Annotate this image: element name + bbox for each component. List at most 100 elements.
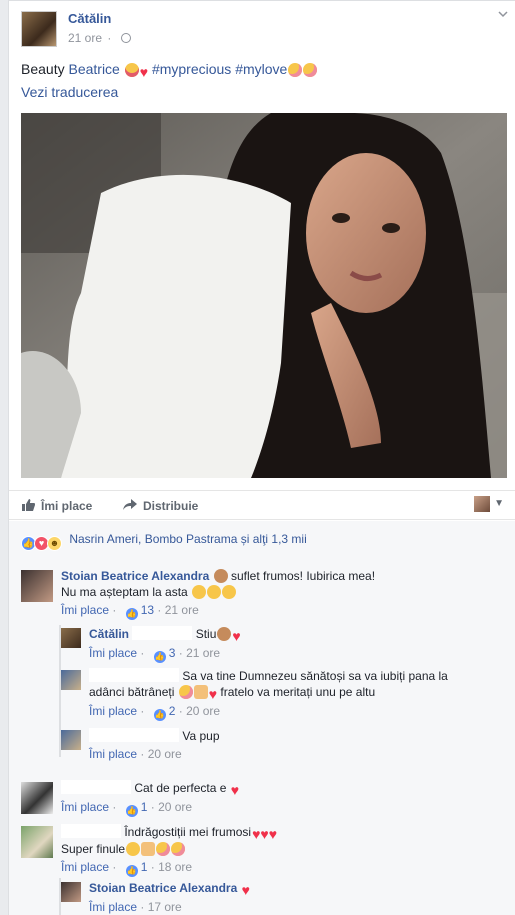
redacted-name [89,668,179,682]
comment-text: fratelo va meritați unu pe altu [220,685,376,699]
kiss-emoji-icon [178,685,193,699]
comment-like-link[interactable]: Îmi place [89,900,137,914]
tagged-person-link[interactable]: Beatrice [68,61,119,77]
girl-emoji-icon [217,627,232,641]
chevron-down-icon[interactable] [497,8,509,20]
like-button[interactable]: Îmi place [21,499,92,513]
reply: Stoian Beatrice Alexandra ♥ Îmi place · … [61,880,501,914]
post-meta: 21 ore · [68,31,131,45]
reactions-summary[interactable]: 👍 ♥ ☻ Nasrin Ameri, Bombo Pastrama și alţi… [21,532,307,551]
reply: Cătălin Stiu ♥ Îmi place · 👍 3 · 21 ore [61,626,501,663]
see-translation-link[interactable]: Vezi traducerea [21,84,118,100]
comment-time[interactable]: 20 ore [148,747,182,761]
pointing-hand-emoji-icon [193,685,208,699]
like-label: Îmi place [41,499,93,513]
comment-like-link[interactable]: Îmi place [61,603,109,617]
redacted-name [61,824,121,838]
post-header: Cătălin 21 ore · [21,8,509,48]
identity-selector-avatar[interactable] [474,496,490,512]
comment-time[interactable]: 17 ore [148,900,182,914]
heart-emoji-icon: ♥ [139,64,149,80]
like-count[interactable]: 13 [141,603,154,617]
commenter-avatar[interactable] [21,826,53,858]
post-time[interactable]: 21 ore [68,31,102,45]
comment-time[interactable]: 21 ore [165,603,199,617]
like-count-icon: 👍 [125,805,138,817]
comment-like-link[interactable]: Îmi place [89,704,137,718]
post-actions-bar: Îmi place Distribuie ▼ [9,490,515,520]
comment: Stoian Beatrice Alexandra suflet frumos!… [21,568,501,620]
post-card: Cătălin 21 ore · Beauty Beatrice ♥ #mypr… [8,0,515,915]
divider [9,0,515,1]
author-name[interactable]: Cătălin [68,11,111,26]
share-label: Distribuie [143,499,199,513]
portrait-photo [21,113,507,478]
comment-like-link[interactable]: Îmi place [61,860,109,874]
comment-like-link[interactable]: Îmi place [89,747,137,761]
kiss-emoji-icon [288,63,303,77]
comment-time[interactable]: 21 ore [186,646,220,660]
heart-emoji-icon: ♥ [241,882,250,898]
haha-reaction-icon: ☻ [47,536,62,551]
comment-time[interactable]: 20 ore [158,800,192,814]
kiss-emoji-icon [303,63,318,77]
comment-text: Stiu [195,627,217,641]
redacted-area [132,626,193,640]
heart-emoji-icon: ♥ [232,628,241,644]
author-avatar[interactable] [21,11,57,47]
girl-emoji-icon [213,569,228,583]
comment-text: Îndrăgostiții mei frumosi [124,825,252,839]
thumbs-up-icon [21,499,35,511]
heart-emoji-icon: ♥ [230,782,240,798]
like-count-icon: 👍 [125,865,138,877]
comment-text: Nu ma așteptam la asta [61,585,188,599]
comment-like-link[interactable]: Îmi place [61,800,109,814]
comment-text: Cat de perfecta e [134,781,227,795]
commenter-name[interactable]: Stoian Beatrice Alexandra [89,881,237,895]
like-count[interactable]: 1 [141,860,148,874]
redacted-name [89,728,179,742]
smile-emoji-icon [192,585,207,599]
reactions-text: Nasrin Ameri, Bombo Pastrama și alţi 1,3… [69,532,307,546]
post-text: Beauty Beatrice ♥ #myprecious #mylove [21,60,318,80]
pointing-hand-emoji-icon [141,842,156,856]
commenter-avatar[interactable] [21,570,53,602]
globe-icon[interactable] [120,33,131,43]
comment-like-link[interactable]: Îmi place [89,646,137,660]
hashtags[interactable]: #myprecious #mylove [152,61,287,77]
smile-emoji-icon [222,585,237,599]
commenter-avatar[interactable] [61,628,81,648]
commenter-name[interactable]: Cătălin [89,627,129,641]
commenter-name[interactable]: Stoian Beatrice Alexandra [61,569,209,583]
commenter-avatar[interactable] [61,670,81,690]
post-text-prefix: Beauty [21,61,69,77]
kiss-emoji-icon [171,842,186,856]
like-count[interactable]: 2 [169,704,176,718]
comment: Îndrăgostiții mei frumosi♥♥♥ Super finul… [21,824,501,878]
heart-eyes-emoji-icon [124,63,139,77]
smile-emoji-icon [207,585,222,599]
heart-emoji-icon: ♥♥♥ [252,826,277,842]
comment-time[interactable]: 20 ore [186,704,220,718]
like-count[interactable]: 1 [141,800,148,814]
like-count-icon: 👍 [125,608,138,620]
commenter-avatar[interactable] [61,882,81,902]
heart-emoji-icon: ♥ [208,686,218,702]
commenter-avatar[interactable] [21,782,53,814]
comment-text: Super finule [61,842,126,856]
comment-text: suflet frumos! Iubirica mea! [230,569,376,583]
like-count-icon: 👍 [153,651,166,663]
wink-emoji-icon [126,842,141,856]
kiss-emoji-icon [156,842,171,856]
share-arrow-icon [123,499,137,511]
reply: Va pup Îmi place · 20 ore [61,728,501,764]
redacted-name [61,780,131,794]
reply: Sa va tine Dumnezeu sănătoși sa va iubiț… [61,668,501,721]
like-count-icon: 👍 [153,709,166,721]
comment-time[interactable]: 18 ore [158,860,192,874]
share-button[interactable]: Distribuie [123,499,198,513]
post-photo[interactable] [21,113,507,478]
commenter-avatar[interactable] [61,730,81,750]
like-count[interactable]: 3 [169,646,176,660]
caret-down-icon[interactable]: ▼ [494,498,504,509]
